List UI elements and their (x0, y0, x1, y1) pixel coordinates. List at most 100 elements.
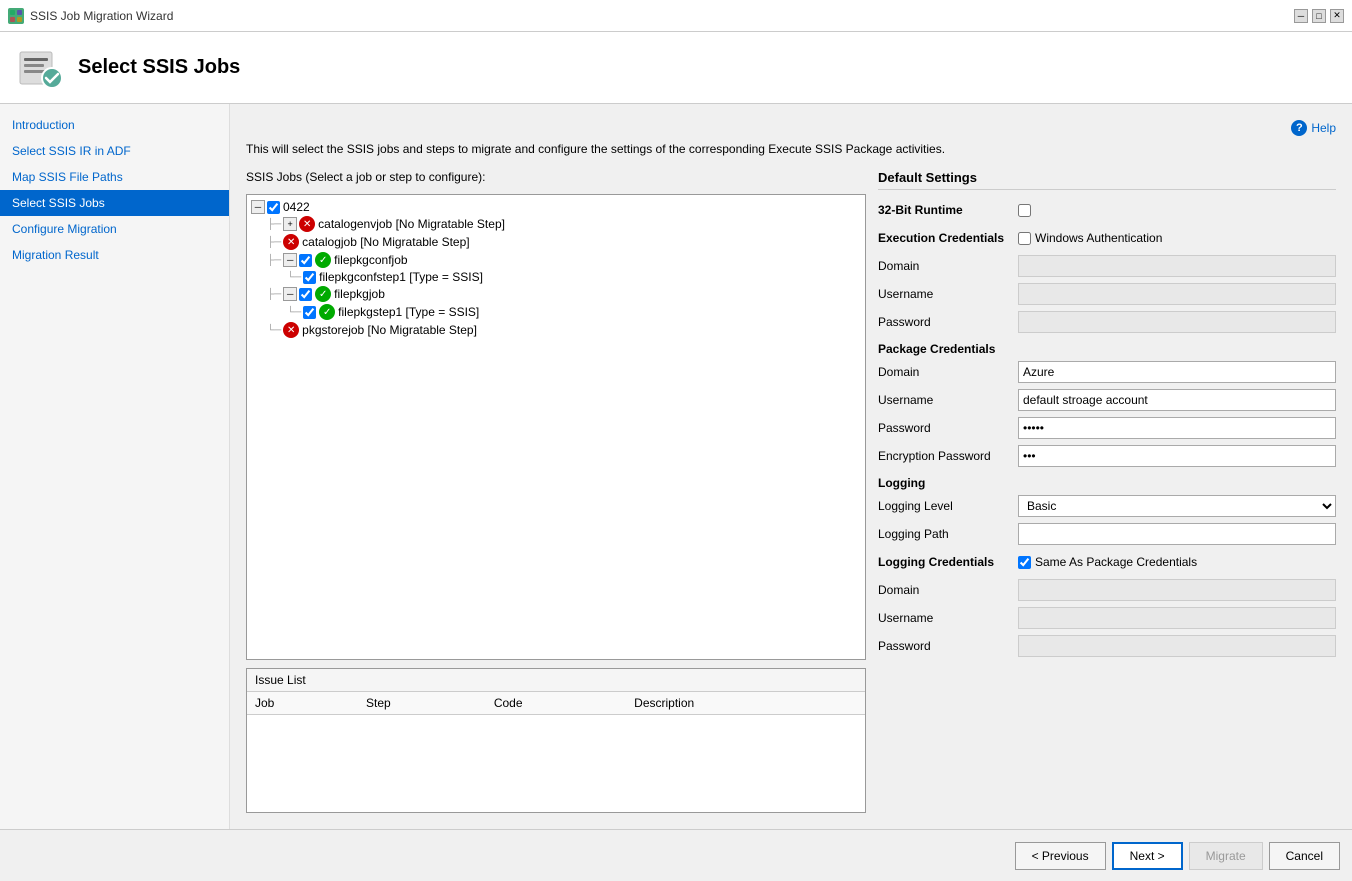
log-path-row: Logging Path (878, 522, 1336, 546)
expander-root[interactable]: ─ (251, 200, 265, 214)
password-input[interactable] (1018, 311, 1336, 333)
checkbox-filepkgstep1[interactable] (303, 306, 316, 319)
runtime-label: 32-Bit Runtime (878, 203, 1018, 217)
password-label: Password (878, 315, 1018, 329)
exec-cred-label: Execution Credentials (878, 231, 1018, 245)
migrate-button[interactable]: Migrate (1189, 842, 1263, 870)
log-password-label: Password (878, 639, 1018, 653)
status-icon-filepkgstep1: ✓ (319, 304, 335, 320)
checkbox-filepkgjob[interactable] (299, 288, 312, 301)
windows-auth-label: Windows Authentication (1035, 231, 1162, 245)
window-controls[interactable]: ─ □ ✕ (1294, 9, 1344, 23)
log-password-input[interactable] (1018, 635, 1336, 657)
jobs-tree: ─ 0422 ├─ + ✕ catalogenvjob [No Migratab… (246, 194, 866, 660)
status-icon-catalogenvjob: ✕ (299, 216, 315, 232)
pkg-password-input[interactable] (1018, 417, 1336, 439)
sidebar-item-introduction[interactable]: Introduction (0, 112, 229, 138)
settings-header: Default Settings (878, 170, 1336, 190)
log-domain-row: Domain (878, 578, 1336, 602)
pkg-domain-label: Domain (878, 365, 1018, 379)
cancel-button[interactable]: Cancel (1269, 842, 1340, 870)
pkg-username-input[interactable] (1018, 389, 1336, 411)
pkg-username-label: Username (878, 393, 1018, 407)
col-description: Description (626, 692, 865, 715)
tree-label-catalogenvjob: catalogenvjob [No Migratable Step] (318, 217, 505, 231)
settings-panel: Default Settings 32-Bit Runtime Executio… (878, 170, 1336, 813)
runtime-checkbox[interactable] (1018, 204, 1031, 217)
sidebar-item-map-paths[interactable]: Map SSIS File Paths (0, 164, 229, 190)
log-domain-input[interactable] (1018, 579, 1336, 601)
log-level-label: Logging Level (878, 499, 1018, 513)
tree-label-root: 0422 (283, 200, 310, 214)
issue-table-body: Job Step Code Description (247, 692, 865, 812)
tree-label-filepkgconfstep1: filepkgconfstep1 [Type = SSIS] (319, 270, 483, 284)
help-button[interactable]: ? Help (1291, 120, 1336, 136)
issue-list-label: Issue List (247, 669, 865, 692)
expander-filepkgjob[interactable]: ─ (283, 287, 297, 301)
tree-item-filepkgconfjob[interactable]: ├─ ─ ✓ filepkgconfjob (251, 251, 861, 269)
pkg-domain-row: Domain (878, 360, 1336, 384)
previous-button[interactable]: < Previous (1015, 842, 1106, 870)
expander-catalogenvjob[interactable]: + (283, 217, 297, 231)
help-icon: ? (1291, 120, 1307, 136)
app-icon (8, 8, 24, 24)
tree-item-catalogjob[interactable]: ├─ ✕ catalogjob [No Migratable Step] (251, 233, 861, 251)
help-label: Help (1311, 121, 1336, 135)
col-job: Job (247, 692, 358, 715)
log-path-label: Logging Path (878, 527, 1018, 541)
pkg-cred-section-title: Package Credentials (878, 342, 1336, 356)
same-as-pkg-label: Same As Package Credentials (1035, 555, 1197, 569)
maximize-button[interactable]: □ (1312, 9, 1326, 23)
log-username-label: Username (878, 611, 1018, 625)
username-input[interactable] (1018, 283, 1336, 305)
close-button[interactable]: ✕ (1330, 9, 1344, 23)
pkg-password-label: Password (878, 421, 1018, 435)
app-title: SSIS Job Migration Wizard (30, 9, 173, 23)
enc-password-input[interactable] (1018, 445, 1336, 467)
status-icon-catalogjob: ✕ (283, 234, 299, 250)
tree-item-pkgstorejob[interactable]: └─ ✕ pkgstorejob [No Migratable Step] (251, 321, 861, 339)
same-as-pkg-checkbox[interactable] (1018, 556, 1031, 569)
tree-item-filepkgstep1[interactable]: └─ ✓ filepkgstep1 [Type = SSIS] (251, 303, 861, 321)
sidebar-item-select-ir[interactable]: Select SSIS IR in ADF (0, 138, 229, 164)
wizard-header: Select SSIS Jobs (0, 32, 1352, 104)
username-row: Username (878, 282, 1336, 306)
next-button[interactable]: Next > (1112, 842, 1183, 870)
log-level-select[interactable]: None Basic Performance Verbose (1018, 495, 1336, 517)
log-level-row: Logging Level None Basic Performance Ver… (878, 494, 1336, 518)
status-icon-pkgstorejob: ✕ (283, 322, 299, 338)
tree-item-catalogenvjob[interactable]: ├─ + ✕ catalogenvjob [No Migratable Step… (251, 215, 861, 233)
checkbox-root[interactable] (267, 201, 280, 214)
col-step: Step (358, 692, 486, 715)
tree-item-filepkgconfstep1[interactable]: └─ filepkgconfstep1 [Type = SSIS] (251, 269, 861, 285)
sidebar-item-result[interactable]: Migration Result (0, 242, 229, 268)
pkg-domain-input[interactable] (1018, 361, 1336, 383)
tree-item-filepkgjob[interactable]: ├─ ─ ✓ filepkgjob (251, 285, 861, 303)
log-cred-label: Logging Credentials (878, 555, 1018, 569)
log-password-row: Password (878, 634, 1336, 658)
issue-table: Job Step Code Description (247, 692, 865, 715)
enc-password-label: Encryption Password (878, 449, 1018, 463)
title-bar: SSIS Job Migration Wizard ─ □ ✕ (0, 0, 1352, 32)
domain-input[interactable] (1018, 255, 1336, 277)
log-username-row: Username (878, 606, 1336, 630)
tree-label-filepkgjob: filepkgjob (334, 287, 385, 301)
sidebar-item-select-jobs[interactable]: Select SSIS Jobs (0, 190, 229, 216)
issue-panel: Issue List Job Step Code Description (246, 668, 866, 813)
windows-auth-checkbox[interactable] (1018, 232, 1031, 245)
checkbox-filepkgconfstep1[interactable] (303, 271, 316, 284)
checkbox-filepkgconfjob[interactable] (299, 254, 312, 267)
page-title: Select SSIS Jobs (78, 56, 240, 79)
col-code: Code (486, 692, 626, 715)
main-content: ? Help This will select the SSIS jobs an… (230, 104, 1352, 829)
log-path-input[interactable] (1018, 523, 1336, 545)
minimize-button[interactable]: ─ (1294, 9, 1308, 23)
jobs-panel-label: SSIS Jobs (Select a job or step to confi… (246, 170, 866, 184)
log-username-input[interactable] (1018, 607, 1336, 629)
wizard-icon (16, 44, 64, 92)
tree-item-root[interactable]: ─ 0422 (251, 199, 861, 215)
expander-filepkgconfjob[interactable]: ─ (283, 253, 297, 267)
description: This will select the SSIS jobs and steps… (246, 142, 1336, 156)
sidebar-item-configure[interactable]: Configure Migration (0, 216, 229, 242)
tree-label-filepkgconfjob: filepkgconfjob (334, 253, 407, 267)
